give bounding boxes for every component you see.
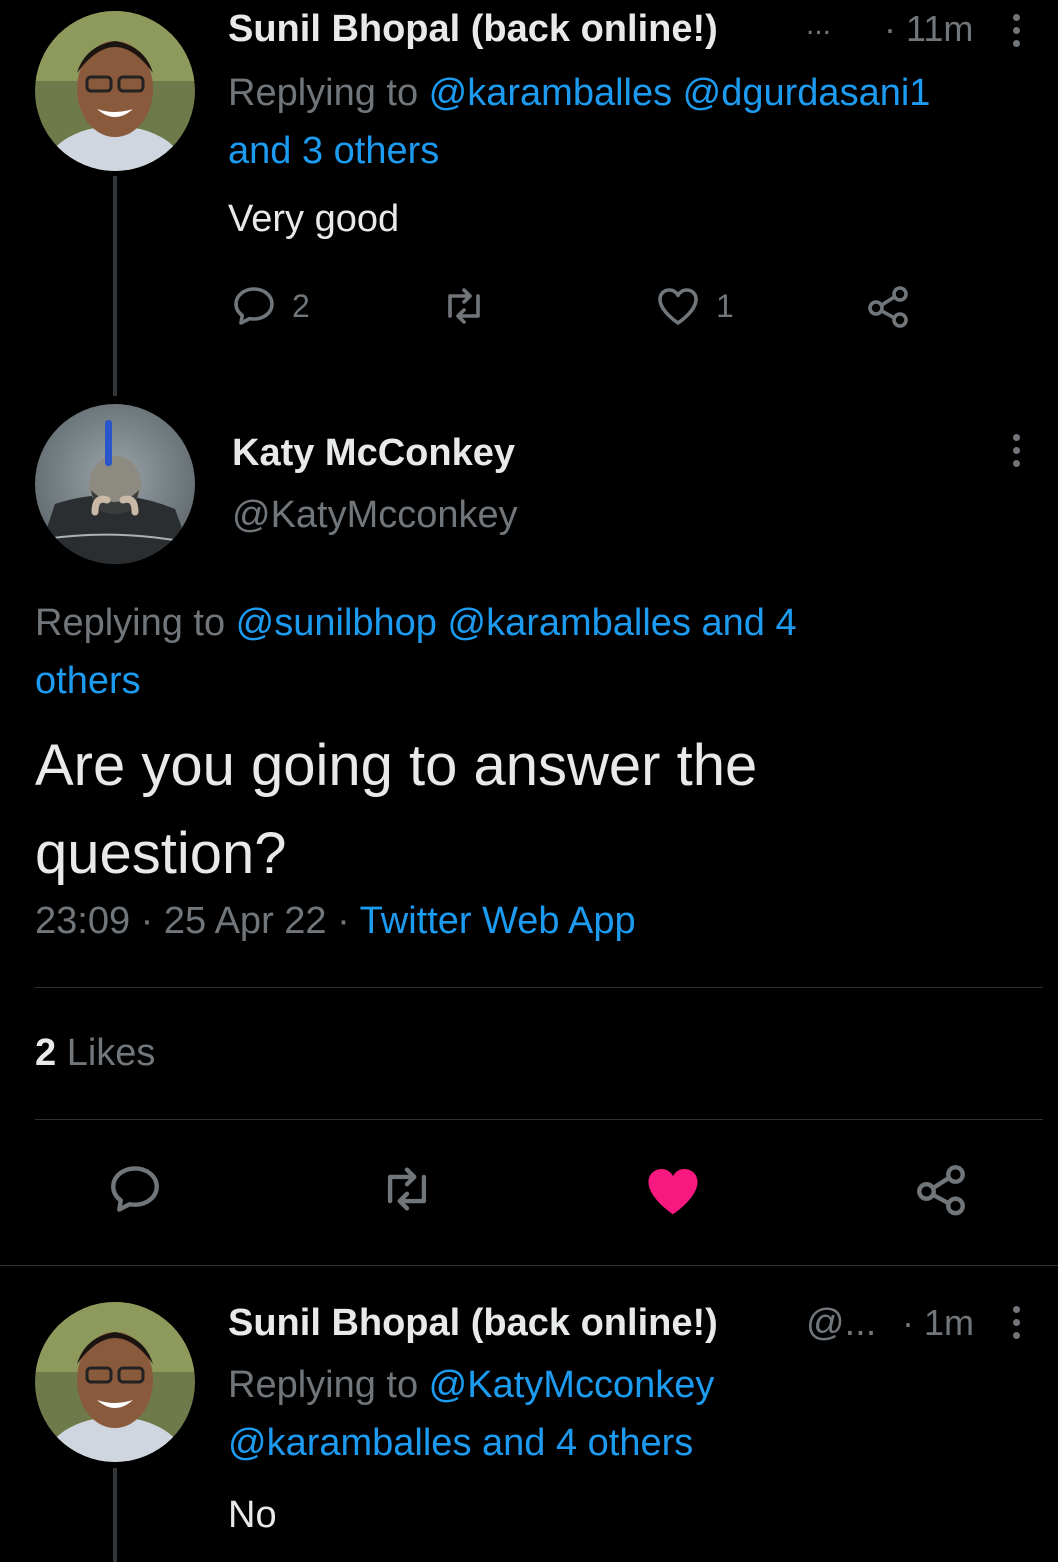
replying-to-label: Replying to <box>228 1364 429 1406</box>
mention-link[interactable]: @karamballes <box>228 1422 471 1464</box>
share-button[interactable] <box>912 1160 970 1218</box>
tweet-text: Very good <box>228 198 400 240</box>
others-link[interactable]: others <box>35 660 141 702</box>
replying-to: Replying to @KatyMcconkey @karamballes a… <box>228 1356 1038 1472</box>
likes-count: 2 <box>35 1032 57 1074</box>
avatar-sunil-bhopal[interactable] <box>35 11 195 171</box>
like-button[interactable]: 1 <box>654 282 734 330</box>
thread-connector <box>113 176 117 396</box>
tweet-time[interactable]: · 11m <box>884 8 973 50</box>
thread-connector <box>113 1468 117 1562</box>
share-button[interactable] <box>864 282 912 330</box>
more-icon[interactable] <box>1010 14 1024 53</box>
divider <box>35 987 1043 988</box>
like-icon <box>658 288 698 325</box>
avatar-image <box>35 1302 195 1462</box>
replying-to: Replying to @sunilbhop @karamballes and … <box>35 594 1035 710</box>
tweet-timestamp[interactable]: 23:09 · 25 Apr 22 · <box>35 900 360 942</box>
others-link[interactable]: and 3 others <box>228 130 439 172</box>
like-button[interactable] <box>642 1160 704 1222</box>
avatar-katy-mcconkey[interactable] <box>35 404 195 564</box>
more-icon[interactable] <box>1010 1306 1024 1345</box>
share-icon <box>917 1165 965 1216</box>
reply-icon <box>111 1166 159 1212</box>
source-link[interactable]: Twitter Web App <box>360 900 636 942</box>
reply-button[interactable]: 2 <box>230 282 310 330</box>
handle-truncated: ... <box>806 8 832 41</box>
replying-to-label: Replying to <box>228 72 429 114</box>
tweet-meta: 23:09 · 25 Apr 22 · Twitter Web App <box>35 900 636 943</box>
divider <box>0 1265 1058 1266</box>
tweet-text: Are you going to answer the question? <box>35 733 758 886</box>
mention-link[interactable]: @sunilbhop <box>236 602 437 644</box>
replying-to: Replying to @karamballes @dgurdasani1 an… <box>228 64 1038 180</box>
retweet-icon <box>448 288 480 324</box>
author-name[interactable]: Katy McConkey <box>232 432 515 475</box>
others-link[interactable]: and 4 others <box>482 1422 693 1464</box>
likes-label: Likes <box>66 1032 156 1074</box>
reply-button[interactable] <box>106 1160 164 1218</box>
others-link[interactable]: and 4 <box>702 602 797 644</box>
tweet-time[interactable]: · 1m <box>902 1302 974 1344</box>
like-count: 1 <box>716 287 734 324</box>
like-icon <box>648 1169 698 1215</box>
author-handle[interactable]: @KatyMcconkey <box>232 494 518 537</box>
retweet-button[interactable] <box>378 1160 436 1218</box>
more-icon[interactable] <box>1010 434 1024 473</box>
likes-stat[interactable]: 2 Likes <box>35 1032 155 1075</box>
mention-link[interactable]: @dgurdasani1 <box>683 72 931 114</box>
mention-link[interactable]: @karamballes <box>429 72 672 114</box>
avatar-sunil-bhopal[interactable] <box>35 1302 195 1462</box>
replying-to-label: Replying to <box>35 602 236 644</box>
tweet-text: No <box>228 1494 277 1536</box>
retweet-button[interactable] <box>440 282 488 330</box>
retweet-icon <box>387 1167 427 1211</box>
mention-link[interactable]: @karamballes <box>448 602 691 644</box>
author-name[interactable]: Sunil Bhopal (back online!) <box>228 1302 718 1345</box>
divider <box>35 1119 1043 1120</box>
avatar-image <box>35 11 195 171</box>
handle-truncated[interactable]: @... <box>806 1302 876 1345</box>
reply-icon <box>234 287 274 325</box>
author-name[interactable]: Sunil Bhopal (back online!) <box>228 8 718 51</box>
share-icon <box>868 286 908 328</box>
reply-count: 2 <box>292 287 310 324</box>
mention-link[interactable]: @KatyMcconkey <box>429 1364 715 1406</box>
avatar-image <box>35 404 195 564</box>
